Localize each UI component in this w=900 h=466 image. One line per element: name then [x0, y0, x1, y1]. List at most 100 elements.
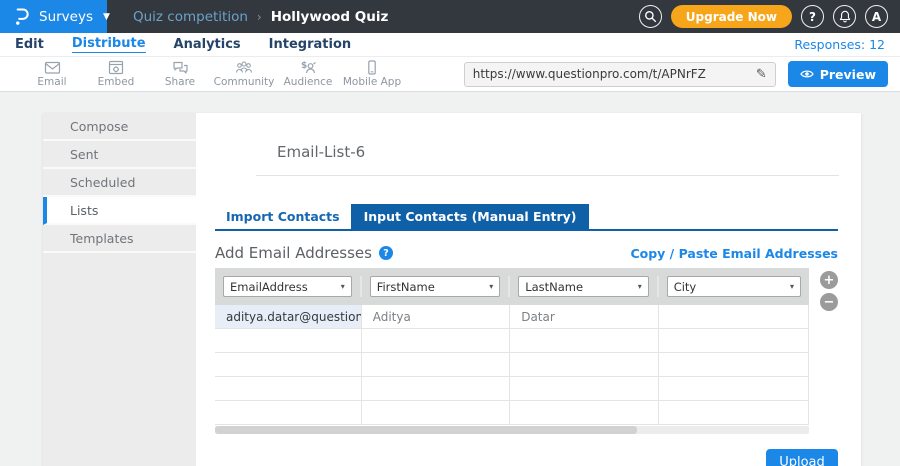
svg-text:$: $: [301, 61, 307, 71]
sidebar-item-templates[interactable]: Templates: [43, 225, 196, 253]
community-icon: [235, 60, 253, 75]
upload-button[interactable]: Upload: [766, 449, 838, 466]
survey-url-field[interactable]: https://www.questionpro.com/t/APNrFZ ✎: [464, 62, 776, 87]
nav-item-edit[interactable]: Edit: [15, 37, 44, 52]
survey-url-text: https://www.questionpro.com/t/APNrFZ: [473, 67, 750, 81]
chevron-down-icon: ▾: [489, 282, 493, 291]
cell-email[interactable]: [215, 401, 362, 424]
column-header: City ▾: [659, 276, 809, 297]
audience-icon: $: [299, 60, 317, 75]
cell-firstname[interactable]: [362, 377, 511, 400]
surveys-menu[interactable]: Surveys ▼: [0, 0, 107, 33]
column-select-email[interactable]: EmailAddress ▾: [223, 276, 352, 297]
cell-city[interactable]: [659, 329, 809, 352]
column-select-value: LastName: [525, 280, 583, 294]
cell-lastname[interactable]: [510, 353, 659, 376]
column-select-firstname[interactable]: FirstName ▾: [370, 276, 501, 297]
upgrade-now-button[interactable]: Upgrade Now: [671, 5, 792, 28]
grid-header-row: EmailAddress ▾ FirstName ▾: [215, 268, 809, 305]
table-row: aditya.datar@questionpro.com Aditya Data…: [215, 305, 809, 329]
preview-button[interactable]: Preview: [788, 61, 888, 87]
toolbar-item-email[interactable]: Email: [20, 60, 84, 88]
cell-email[interactable]: [215, 377, 362, 400]
cell-firstname[interactable]: [362, 401, 511, 424]
cell-city[interactable]: [659, 401, 809, 424]
contacts-grid: EmailAddress ▾ FirstName ▾: [215, 268, 809, 434]
add-emails-title: Add Email Addresses: [215, 244, 372, 262]
add-row-button[interactable]: +: [820, 271, 838, 289]
cell-lastname[interactable]: [510, 377, 659, 400]
cell-city[interactable]: [659, 353, 809, 376]
chevron-down-icon: ▾: [790, 282, 794, 291]
sidebar-item-compose[interactable]: Compose: [43, 113, 196, 141]
cell-firstname[interactable]: [362, 353, 511, 376]
toolbar-item-share[interactable]: Share: [148, 60, 212, 88]
cell-city[interactable]: [659, 305, 809, 328]
cell-lastname[interactable]: Datar: [510, 305, 659, 328]
column-select-lastname[interactable]: LastName ▾: [518, 276, 649, 297]
cell-lastname[interactable]: [510, 329, 659, 352]
column-select-value: EmailAddress: [230, 280, 308, 294]
page-background: Compose Sent Scheduled Lists Templates E…: [0, 92, 900, 466]
cell-firstname[interactable]: Aditya: [362, 305, 511, 328]
column-select-city[interactable]: City ▾: [667, 276, 801, 297]
responses-count[interactable]: Responses: 12: [794, 37, 885, 52]
horizontal-scrollbar-track[interactable]: [215, 426, 809, 434]
cell-firstname[interactable]: [362, 329, 511, 352]
share-icon: [172, 60, 189, 75]
top-bar: Surveys ▼ Quiz competition › Hollywood Q…: [0, 0, 900, 33]
mobile-app-icon: [364, 60, 380, 75]
eye-icon: [800, 69, 814, 79]
toolbar-item-embed[interactable]: Embed: [84, 60, 148, 88]
list-title: Email-List-6: [196, 113, 861, 161]
breadcrumb-current: Hollywood Quiz: [271, 9, 389, 25]
copy-paste-link[interactable]: Copy / Paste Email Addresses: [630, 246, 838, 261]
table-row: [215, 329, 809, 353]
cell-lastname[interactable]: [510, 401, 659, 424]
row-controls: + −: [820, 268, 838, 434]
embed-icon: [108, 60, 124, 75]
remove-row-button[interactable]: −: [820, 293, 838, 311]
cell-email[interactable]: [215, 353, 362, 376]
help-badge-icon[interactable]: ?: [379, 246, 393, 260]
search-button[interactable]: [639, 5, 662, 28]
contacts-table-area: EmailAddress ▾ FirstName ▾: [215, 268, 838, 434]
breadcrumb: Quiz competition › Hollywood Quiz: [133, 9, 388, 25]
distribute-toolbar: Email Embed Share Community $: [0, 57, 900, 92]
toolbar-item-label: Email: [37, 76, 66, 88]
cell-email[interactable]: aditya.datar@questionpro.com: [215, 305, 362, 328]
sidebar-item-scheduled[interactable]: Scheduled: [43, 169, 196, 197]
toolbar-item-community[interactable]: Community: [212, 60, 276, 88]
nav-item-distribute[interactable]: Distribute: [72, 36, 146, 53]
cell-city[interactable]: [659, 377, 809, 400]
account-avatar[interactable]: A: [865, 5, 888, 28]
questionpro-logo-icon: [13, 6, 30, 27]
upload-section: Upload: [215, 449, 838, 466]
cell-email[interactable]: [215, 329, 362, 352]
toolbar-item-audience[interactable]: $ Audience: [276, 60, 340, 88]
column-header: LastName ▾: [510, 276, 659, 297]
bell-icon: [839, 10, 851, 23]
sidebar-item-sent[interactable]: Sent: [43, 141, 196, 169]
breadcrumb-parent[interactable]: Quiz competition: [133, 9, 248, 25]
column-select-value: FirstName: [377, 280, 435, 294]
sidebar-item-lists[interactable]: Lists: [43, 197, 196, 225]
tab-input-contacts-manual[interactable]: Input Contacts (Manual Entry): [351, 204, 590, 229]
edit-url-icon[interactable]: ✎: [756, 67, 767, 82]
preview-label: Preview: [820, 67, 876, 82]
table-row: [215, 401, 809, 425]
nav-item-analytics[interactable]: Analytics: [174, 37, 241, 52]
horizontal-scrollbar-thumb[interactable]: [215, 426, 637, 434]
table-row: [215, 377, 809, 401]
toolbar-item-mobile-app[interactable]: Mobile App: [340, 60, 404, 88]
contacts-tabs: Import Contacts Input Contacts (Manual E…: [215, 204, 838, 231]
tab-import-contacts[interactable]: Import Contacts: [215, 204, 351, 229]
surveys-menu-label: Surveys: [39, 9, 93, 25]
add-emails-title-group: Add Email Addresses ?: [215, 244, 393, 262]
breadcrumb-separator: ›: [257, 10, 262, 24]
topbar-actions: Upgrade Now ? A: [639, 5, 900, 28]
notifications-button[interactable]: [833, 5, 856, 28]
nav-item-integration[interactable]: Integration: [269, 37, 351, 52]
help-button[interactable]: ?: [801, 5, 824, 28]
chevron-down-icon: ▾: [341, 282, 345, 291]
